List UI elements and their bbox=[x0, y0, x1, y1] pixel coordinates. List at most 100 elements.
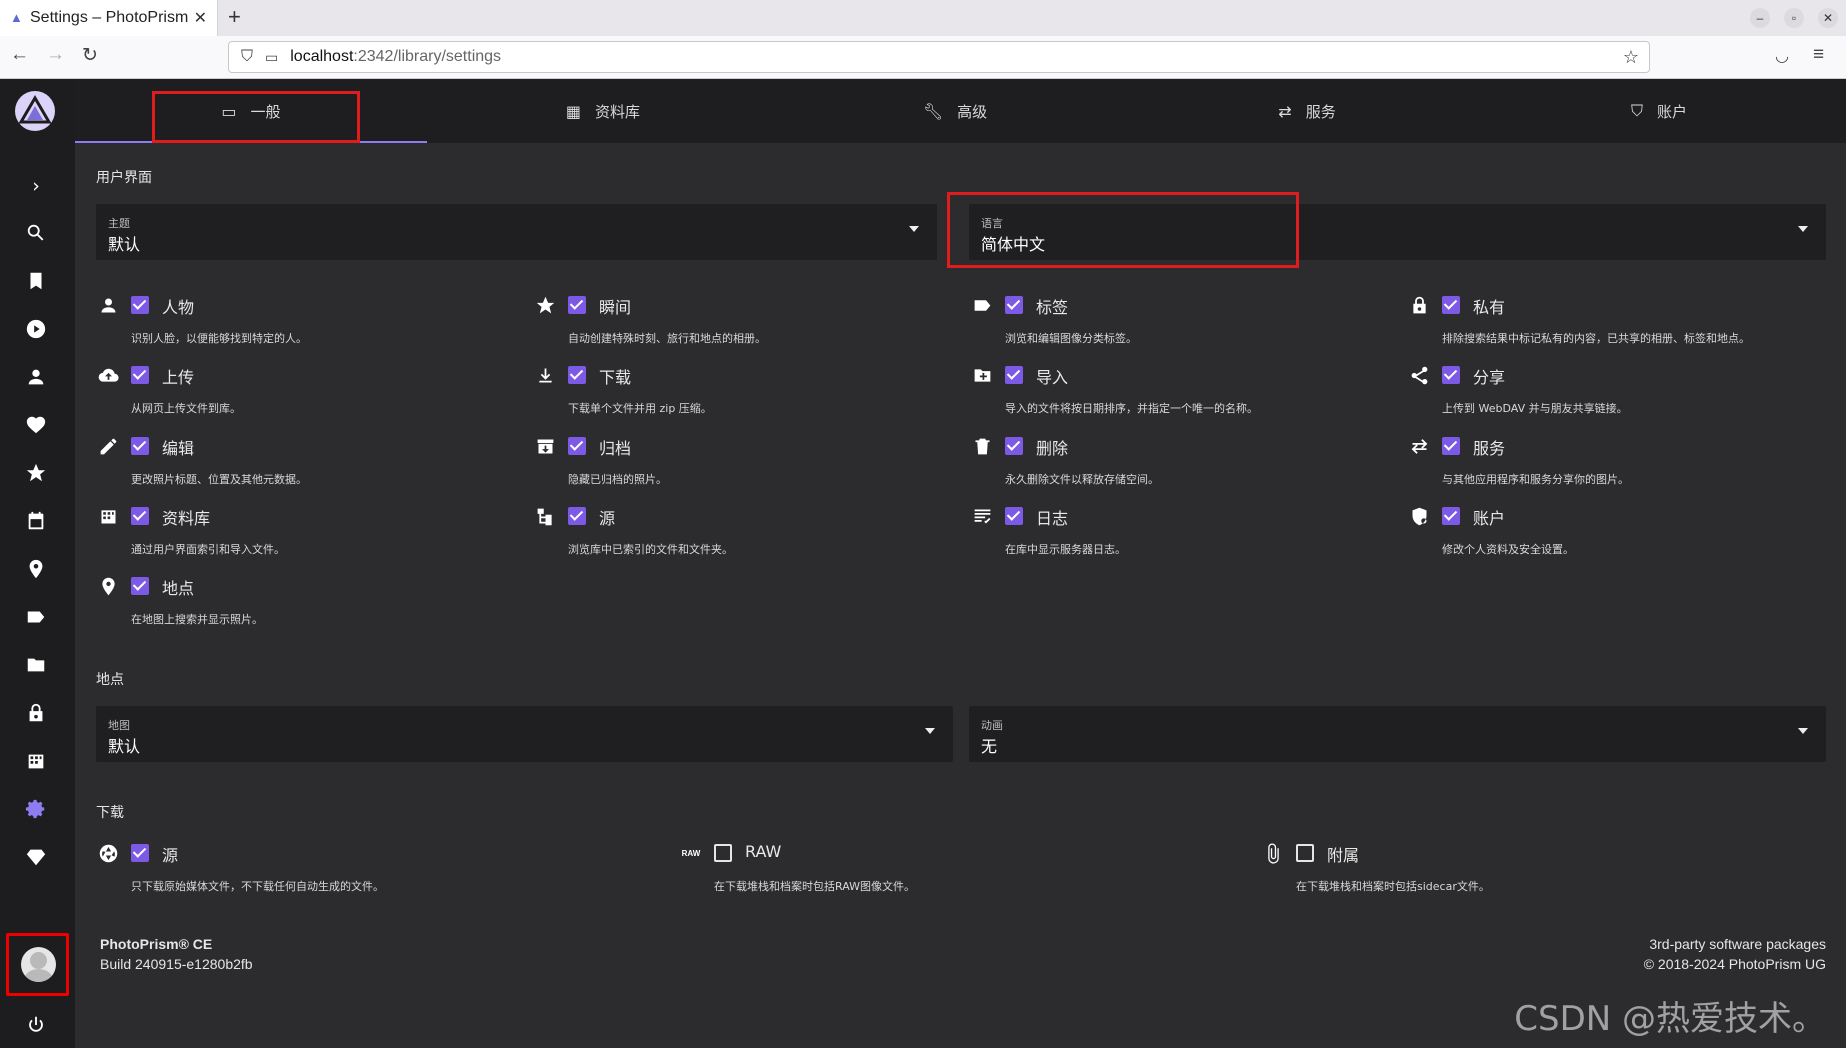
chevron-right-icon[interactable]: › bbox=[23, 173, 49, 199]
tab-library-label: 资料库 bbox=[595, 102, 641, 121]
bookmark-icon[interactable] bbox=[23, 268, 49, 294]
diamond-icon[interactable] bbox=[23, 844, 49, 870]
map-select[interactable]: 地图 默认 bbox=[96, 706, 953, 762]
download-checkbox[interactable] bbox=[568, 366, 586, 384]
maximize-icon[interactable]: ▫ bbox=[1784, 8, 1804, 28]
download-sidecar-checkbox[interactable] bbox=[1296, 844, 1314, 862]
feature-labels: 标签 浏览和编辑图像分类标签。 bbox=[971, 292, 1401, 362]
map-label: 地图 bbox=[108, 719, 130, 732]
theme-select[interactable]: 主题 默认 bbox=[96, 204, 937, 260]
person-icon bbox=[97, 294, 119, 316]
calendar-icon[interactable] bbox=[23, 508, 49, 534]
close-tab-icon[interactable]: ✕ bbox=[194, 8, 207, 28]
product-name: PhotoPrism® CE bbox=[100, 936, 213, 952]
share-checkbox[interactable] bbox=[1442, 366, 1460, 384]
library-checkbox[interactable] bbox=[131, 507, 149, 525]
tab-account[interactable]: ⛉ 账户 bbox=[1483, 79, 1835, 143]
feature-name: 账户 bbox=[1473, 509, 1506, 528]
menu-icon[interactable]: ≡ bbox=[1813, 44, 1824, 66]
map-marker-icon[interactable] bbox=[23, 556, 49, 582]
edit-checkbox[interactable] bbox=[131, 437, 149, 455]
close-window-icon[interactable]: ✕ bbox=[1818, 8, 1838, 28]
feature-desc: 在库中显示服务器日志。 bbox=[1005, 543, 1126, 556]
feature-name: 私有 bbox=[1473, 298, 1506, 317]
feature-name: 人物 bbox=[162, 298, 195, 317]
person-icon[interactable] bbox=[23, 364, 49, 390]
photoprism-favicon-icon: ▲ bbox=[10, 10, 23, 25]
logs-checkbox[interactable] bbox=[1005, 507, 1023, 525]
ui-section-title: 用户界面 bbox=[96, 170, 152, 186]
library-icon[interactable] bbox=[23, 748, 49, 774]
reload-icon[interactable]: ↻ bbox=[82, 44, 98, 67]
url-path: :2342/library/settings bbox=[353, 48, 502, 65]
archive-checkbox[interactable] bbox=[568, 437, 586, 455]
services-checkbox[interactable] bbox=[1442, 437, 1460, 455]
import-checkbox[interactable] bbox=[1005, 366, 1023, 384]
delete-checkbox[interactable] bbox=[1005, 437, 1023, 455]
people-checkbox[interactable] bbox=[131, 296, 149, 314]
label-icon bbox=[971, 294, 993, 316]
feature-name: 归档 bbox=[599, 439, 632, 458]
bookmark-star-icon[interactable]: ☆ bbox=[1623, 47, 1639, 68]
feature-archive: 归档 隐藏已归档的照片。 bbox=[534, 433, 964, 503]
label-icon[interactable] bbox=[23, 604, 49, 630]
power-icon[interactable] bbox=[23, 1012, 49, 1038]
chevron-down-icon bbox=[925, 728, 935, 734]
labels-checkbox[interactable] bbox=[1005, 296, 1023, 314]
raw-icon: RAW bbox=[681, 848, 701, 858]
language-select[interactable]: 语言 简体中文 bbox=[969, 204, 1826, 260]
minimize-icon[interactable]: – bbox=[1750, 8, 1770, 28]
new-tab-icon[interactable]: + bbox=[228, 4, 241, 30]
watermark: CSDN @热爱技术。 bbox=[1514, 999, 1826, 1039]
feature-import: 导入 导入的文件将按日期排序，并指定一个唯一的名称。 bbox=[971, 362, 1401, 432]
feature-library: 资料库 通过用户界面索引和导入文件。 bbox=[97, 503, 527, 573]
account-checkbox[interactable] bbox=[1442, 507, 1460, 525]
moments-checkbox[interactable] bbox=[568, 296, 586, 314]
browser-tab[interactable]: ▲ Settings – PhotoPrism ✕ bbox=[0, 0, 218, 36]
pocket-icon[interactable]: ◡ bbox=[1775, 46, 1789, 66]
forward-icon[interactable]: → bbox=[46, 44, 65, 66]
feature-moments: 瞬间 自动创建特殊时刻、旅行和地点的相册。 bbox=[534, 292, 964, 362]
lock-icon bbox=[1408, 294, 1430, 316]
url-host: localhost bbox=[290, 48, 354, 65]
upload-checkbox[interactable] bbox=[131, 366, 149, 384]
feature-download: 下载 下载单个文件并用 zip 压缩。 bbox=[534, 362, 964, 432]
animation-select[interactable]: 动画 无 bbox=[969, 706, 1826, 762]
avatar[interactable] bbox=[21, 947, 56, 982]
third-party-link[interactable]: 3rd-party software packages bbox=[1644, 934, 1826, 954]
download-raw-checkbox[interactable] bbox=[714, 844, 732, 862]
tab-advanced[interactable]: 🔧︎ 高级 bbox=[779, 79, 1131, 143]
feature-desc: 从网页上传文件到库。 bbox=[131, 402, 241, 415]
originals-checkbox[interactable] bbox=[568, 507, 586, 525]
folder-icon[interactable] bbox=[23, 652, 49, 678]
share-icon bbox=[1408, 364, 1430, 386]
address-bar[interactable]: ⛉ ▭ localhost:2342/library/settings ☆ bbox=[228, 41, 1650, 73]
shield-account-icon bbox=[1408, 505, 1430, 527]
chevron-down-icon bbox=[909, 226, 919, 232]
star-icon[interactable] bbox=[23, 460, 49, 486]
settings-gear-icon[interactable] bbox=[23, 796, 49, 822]
play-icon[interactable] bbox=[23, 316, 49, 342]
search-icon[interactable] bbox=[23, 220, 49, 246]
pencil-icon bbox=[97, 435, 119, 457]
back-icon[interactable]: ← bbox=[10, 44, 29, 66]
browser-navbar: ← → ↻ ⛉ ▭ localhost:2342/library/setting… bbox=[0, 36, 1846, 79]
feature-logs: 日志 在库中显示服务器日志。 bbox=[971, 503, 1401, 573]
download-icon bbox=[534, 364, 556, 386]
tab-library[interactable]: ▦ 资料库 bbox=[427, 79, 779, 143]
shield-icon[interactable]: ⛉ bbox=[241, 48, 253, 66]
feature-places: 地点 在地图上搜索并显示照片。 bbox=[97, 573, 527, 643]
download-originals-checkbox[interactable] bbox=[131, 844, 149, 862]
lock-icon[interactable] bbox=[23, 700, 49, 726]
feature-desc: 浏览和编辑图像分类标签。 bbox=[1005, 332, 1137, 345]
places-checkbox[interactable] bbox=[131, 577, 149, 595]
folder-plus-icon bbox=[971, 364, 993, 386]
feature-desc: 永久删除文件以释放存储空间。 bbox=[1005, 473, 1159, 486]
heart-icon[interactable] bbox=[23, 412, 49, 438]
feature-name: 标签 bbox=[1036, 298, 1069, 317]
feature-desc: 与其他应用程序和服务分享你的图片。 bbox=[1442, 473, 1629, 486]
tab-services[interactable]: ⇄ 服务 bbox=[1131, 79, 1483, 143]
private-checkbox[interactable] bbox=[1442, 296, 1460, 314]
photoprism-logo[interactable] bbox=[15, 91, 55, 131]
tab-general[interactable]: ▭ 一般 bbox=[75, 79, 427, 143]
